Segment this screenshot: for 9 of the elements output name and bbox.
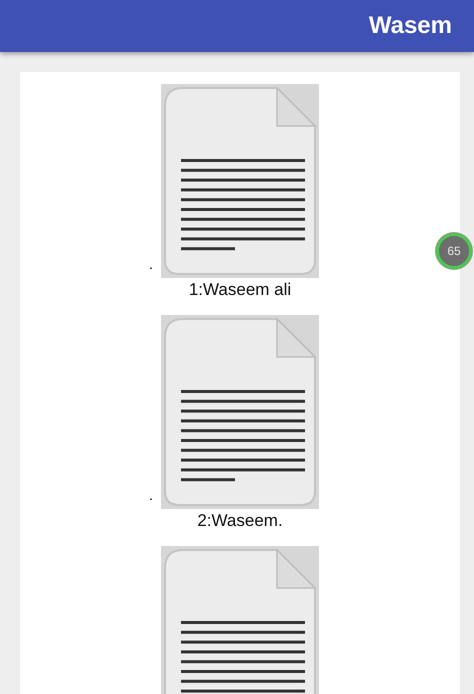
floating-badge[interactable]: 65 (436, 233, 472, 269)
document-icon[interactable] (161, 315, 319, 509)
file-caption[interactable]: 2:Waseem. (197, 511, 283, 531)
dot-text: . (149, 487, 153, 503)
document-icon[interactable] (161, 84, 319, 278)
file-caption[interactable]: 1:Waseem ali (188, 280, 292, 300)
app-title: Wasem (368, 12, 452, 40)
document-icon[interactable] (161, 546, 319, 694)
dot-text: . (149, 256, 153, 272)
